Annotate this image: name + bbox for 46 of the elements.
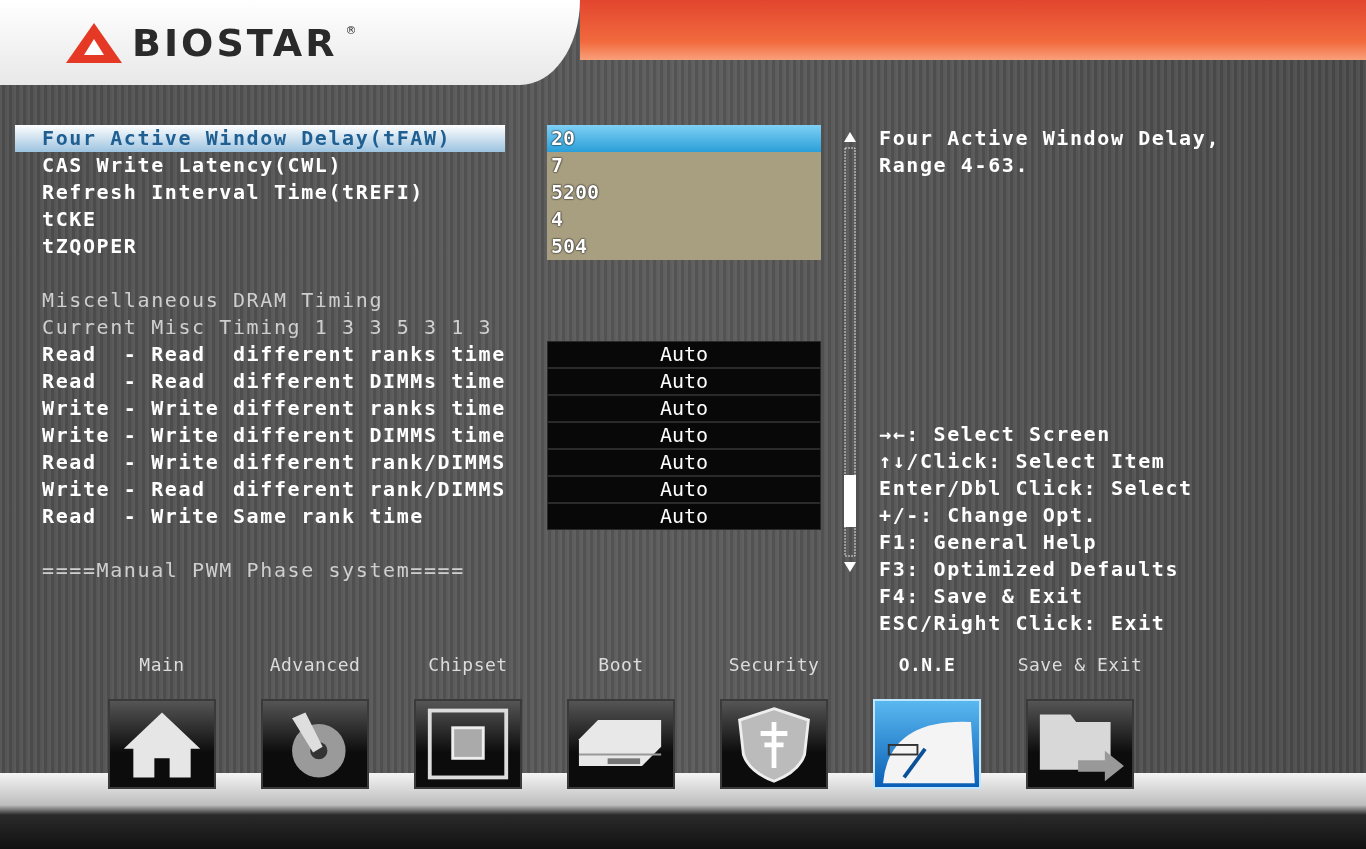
setting-label[interactable]: tZQOPER [15, 233, 505, 260]
setting-label[interactable]: CAS Write Latency(CWL) [15, 152, 505, 179]
menu-tab[interactable]: Boot [557, 655, 685, 789]
shield-icon [720, 699, 828, 789]
help-description: Range 4-63. [879, 152, 1031, 179]
menu-tab[interactable]: Main [98, 655, 226, 789]
setting-label[interactable]: Read - Write different rank/DIMMS [15, 449, 505, 476]
setting-label[interactable]: Write - Read different rank/DIMMS [15, 476, 505, 503]
help-description: Four Active Window Delay, [879, 125, 1222, 152]
setting-label[interactable]: Refresh Interval Time(tREFI) [15, 179, 505, 206]
brand-logo-text: BIOSTAR [132, 20, 338, 65]
chip-icon [414, 699, 522, 789]
menu-tab[interactable]: Save & Exit [1016, 655, 1144, 789]
option-select[interactable]: Auto [547, 503, 821, 530]
option-select[interactable]: Auto [547, 368, 821, 395]
key-hint: ↑↓/Click: Select Item [879, 448, 1167, 475]
setting-label[interactable]: Read - Read different DIMMs time [15, 368, 505, 395]
menu-tab[interactable]: Security [710, 655, 838, 789]
house-icon [108, 699, 216, 789]
setting-label[interactable]: Write - Write different ranks time [15, 395, 505, 422]
key-hint: F3: Optimized Defaults [879, 556, 1181, 583]
option-select[interactable]: Auto [547, 341, 821, 368]
menu-tab[interactable]: Chipset [404, 655, 532, 789]
setting-label[interactable]: Read - Write Same rank time [15, 503, 505, 530]
setting-label[interactable]: tCKE [15, 206, 505, 233]
setting-label[interactable]: Read - Read different ranks time [15, 341, 505, 368]
speedometer-icon [873, 699, 981, 789]
setting-label[interactable]: Four Active Window Delay(tFAW) [15, 125, 505, 152]
key-hint: →←: Select Screen [879, 421, 1112, 448]
info-text: Miscellaneous DRAM Timing [41, 287, 385, 314]
key-hint: +/-: Change Opt. [879, 502, 1099, 529]
setting-label[interactable]: Write - Write different DIMMS time [15, 422, 505, 449]
option-select[interactable]: Auto [547, 449, 821, 476]
section-title: ====Manual PWM Phase system==== [41, 557, 466, 584]
drive-stack-icon [567, 699, 675, 789]
key-hint: F1: General Help [879, 529, 1099, 556]
menu-tab[interactable]: O.N.E [863, 655, 991, 789]
key-hint: ESC/Right Click: Exit [879, 610, 1167, 637]
info-text: Current Misc Timing 1 3 3 5 3 1 3 [41, 314, 494, 341]
trademark-sign: ® [345, 24, 357, 37]
option-select[interactable]: Auto [547, 476, 821, 503]
option-select[interactable]: Auto [547, 422, 821, 449]
menu-tab[interactable]: Advanced [251, 655, 379, 789]
option-select[interactable]: Auto [547, 395, 821, 422]
key-hint: Enter/Dbl Click: Select [879, 475, 1194, 502]
key-hint: F4: Save & Exit [879, 583, 1085, 610]
